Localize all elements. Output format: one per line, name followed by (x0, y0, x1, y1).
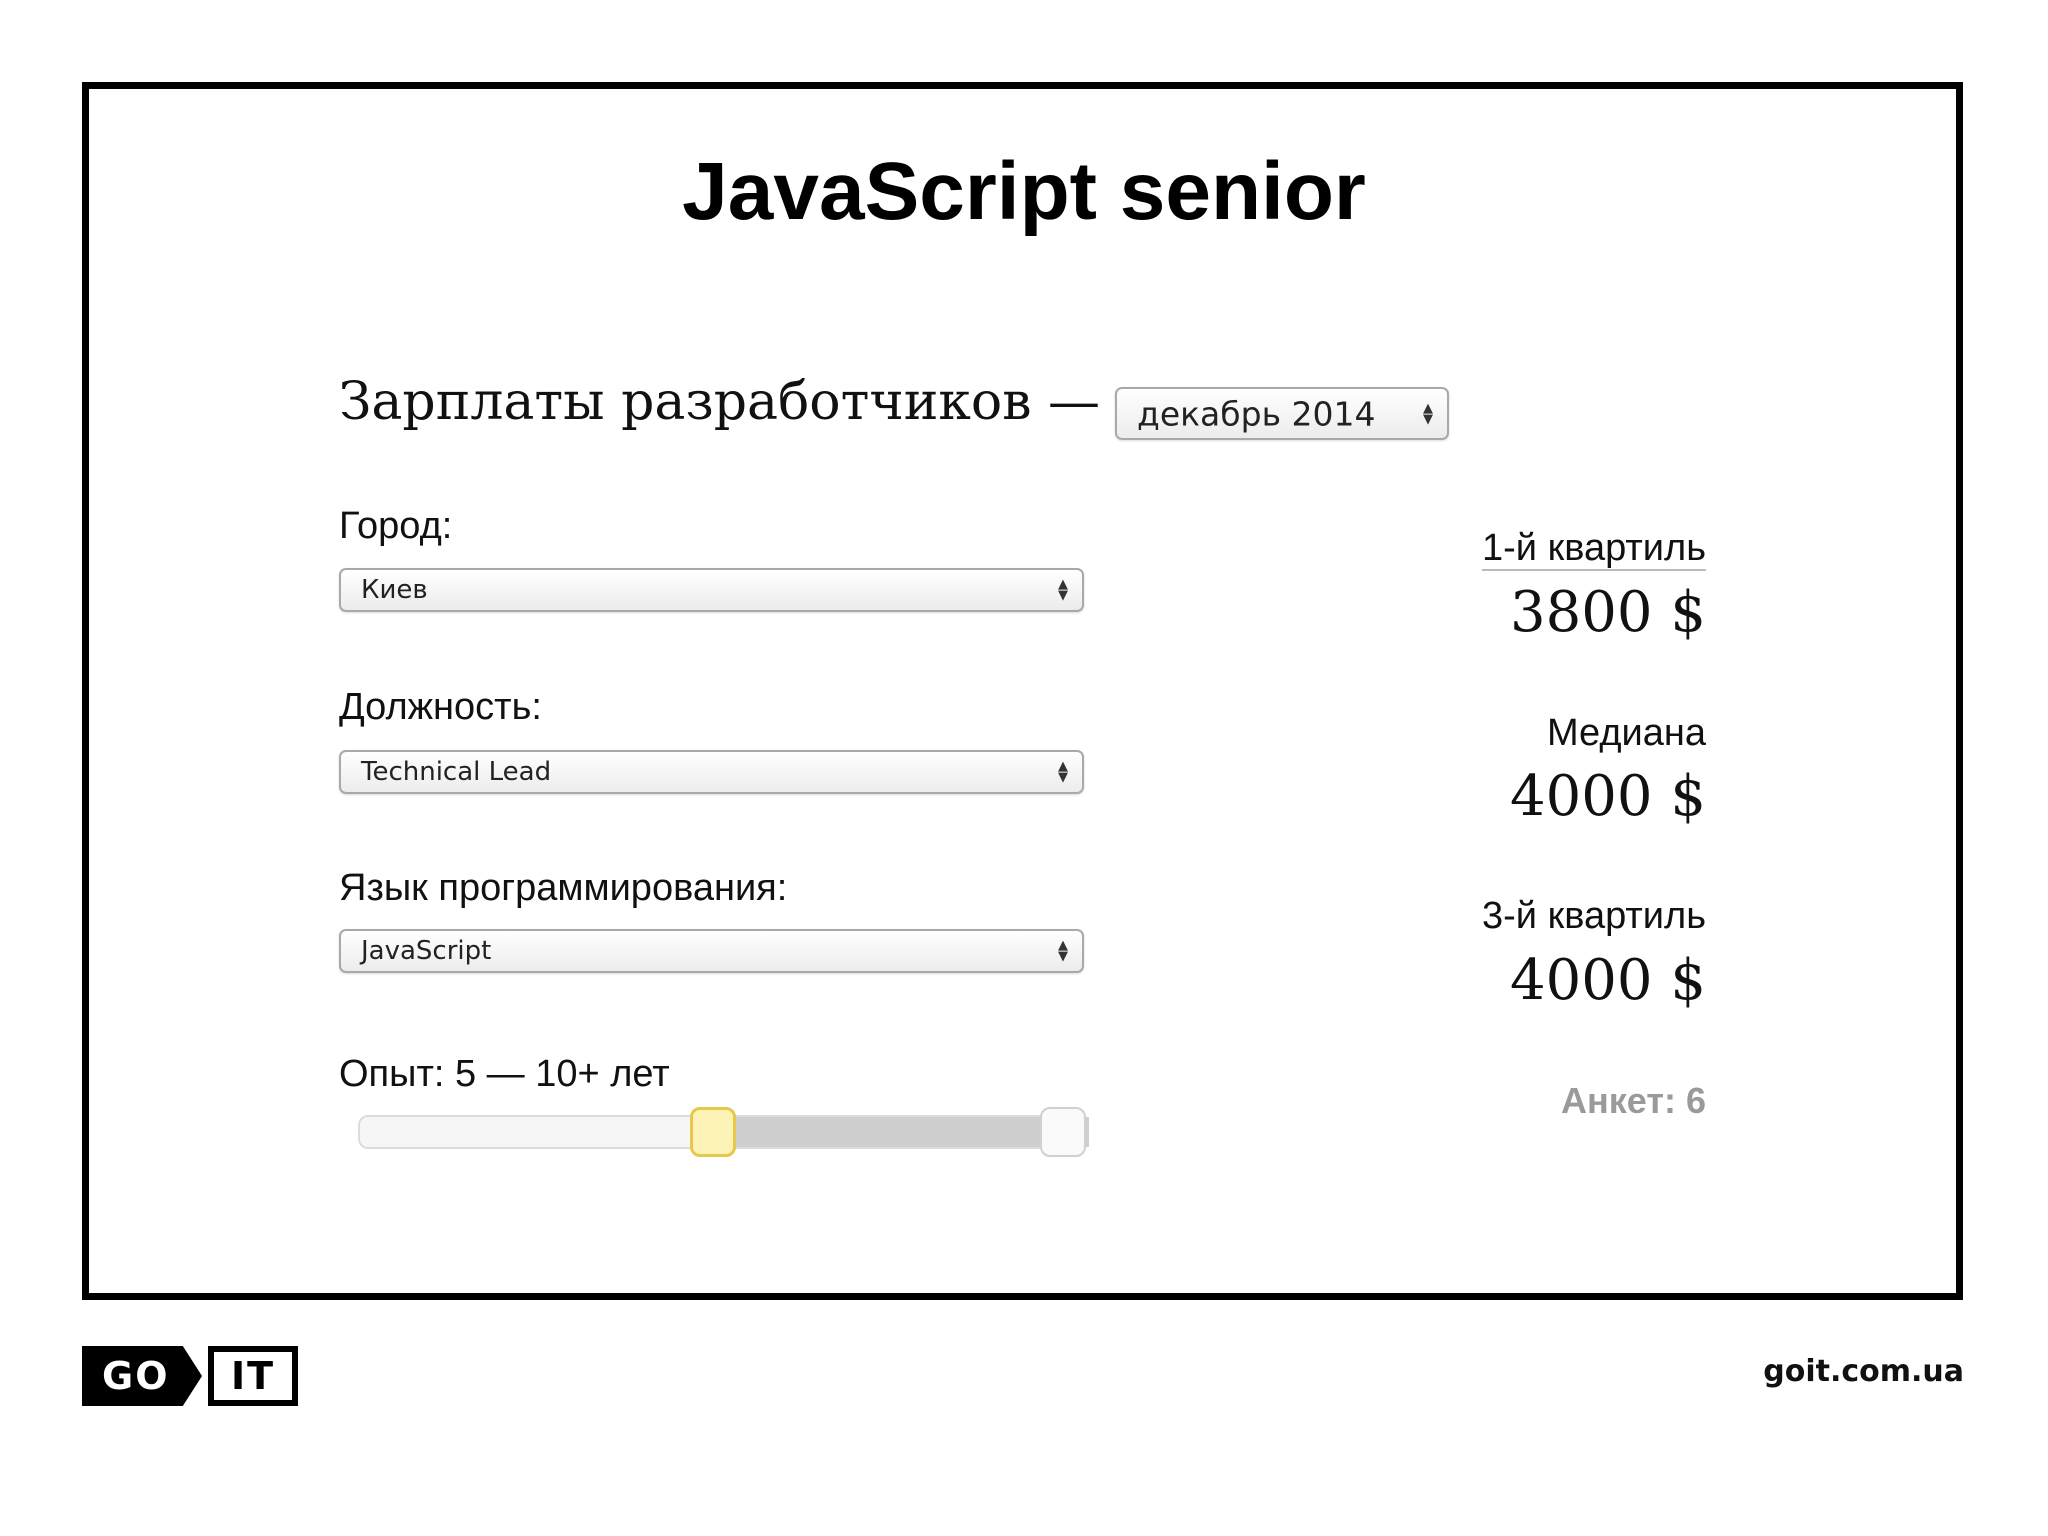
updown-arrows-icon: ▲ ▼ (1058, 577, 1068, 603)
goit-logo: GO IT (82, 1346, 298, 1406)
city-select-value: Киев (361, 575, 428, 605)
responses-count: Анкет: 6 (1561, 1080, 1706, 1121)
logo-it: IT (208, 1346, 298, 1406)
language-select-value: JavaScript (361, 936, 492, 966)
language-select[interactable]: JavaScript ▲ ▼ (339, 929, 1084, 973)
language-label: Язык программирования: (339, 867, 788, 909)
experience-label: Опыт: 5 — 10+ лет (339, 1053, 670, 1095)
q1-label[interactable]: 1-й квартиль (1482, 527, 1706, 571)
city-select[interactable]: Киев ▲ ▼ (339, 568, 1084, 612)
period-select-value: декабрь 2014 (1137, 394, 1376, 433)
updown-arrows-icon: ▲ ▼ (1423, 400, 1433, 427)
updown-arrows-icon: ▲ ▼ (1058, 759, 1068, 785)
position-select[interactable]: Technical Lead ▲ ▼ (339, 750, 1084, 794)
city-label: Город: (339, 505, 453, 547)
q3-value: 4000 $ (1510, 948, 1706, 1013)
q1-value: 3800 $ (1510, 580, 1706, 645)
position-select-value: Technical Lead (361, 757, 552, 787)
experience-slider-min-handle[interactable] (690, 1107, 736, 1157)
slide-title: JavaScript senior (682, 146, 1366, 237)
q3-label: 3-й квартиль (1482, 895, 1706, 937)
median-label: Медиана (1546, 712, 1706, 754)
experience-slider-max-handle[interactable] (1040, 1107, 1086, 1157)
median-value: 4000 $ (1510, 764, 1706, 829)
position-label: Должность: (339, 686, 542, 728)
logo-go: GO (82, 1346, 202, 1406)
widget-heading: Зарплаты разработчиков — (339, 372, 1101, 432)
period-select[interactable]: декабрь 2014 ▲ ▼ (1115, 387, 1449, 440)
updown-arrows-icon: ▲ ▼ (1058, 938, 1068, 964)
experience-slider-range (713, 1117, 1089, 1147)
footer-site: goit.com.ua (1763, 1354, 1964, 1389)
